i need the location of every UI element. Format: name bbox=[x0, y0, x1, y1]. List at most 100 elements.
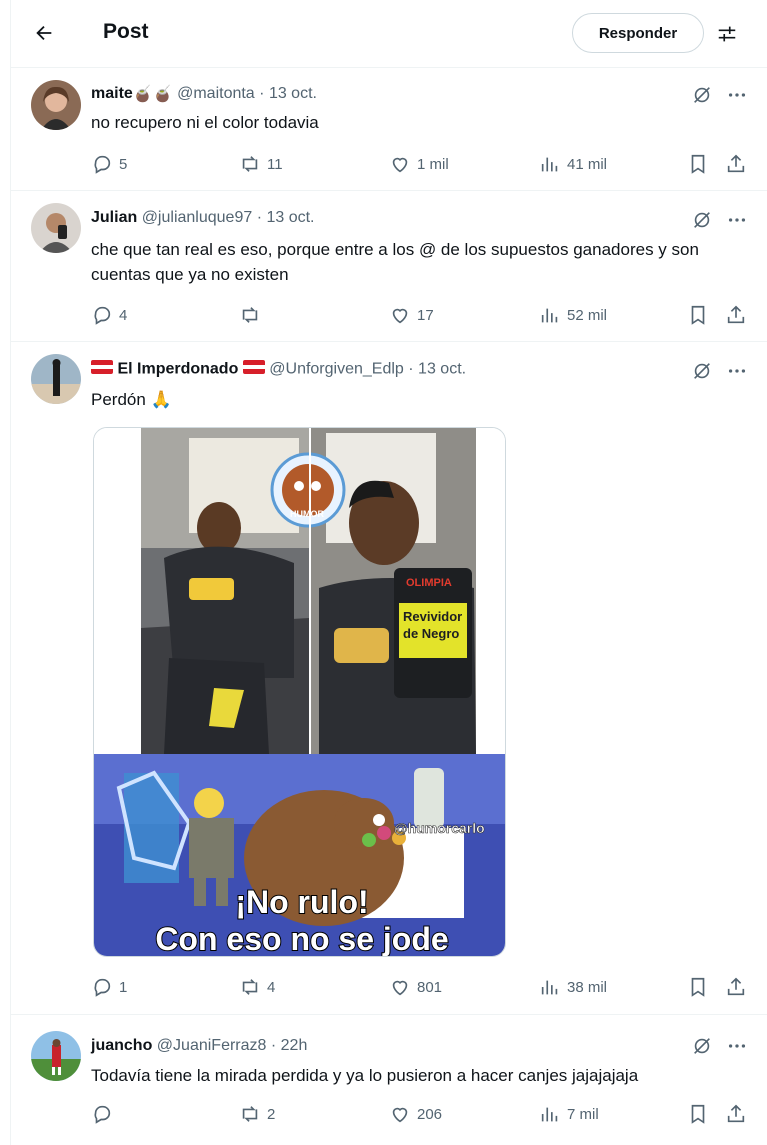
handle[interactable]: @JuaniFerraz8 bbox=[157, 1037, 267, 1054]
like-icon bbox=[392, 980, 408, 996]
share-action[interactable] bbox=[725, 152, 747, 176]
meme-caption-2: Con eso no se jode bbox=[155, 921, 448, 957]
like-action[interactable]: 17 bbox=[389, 303, 434, 327]
handle[interactable]: @maitonta bbox=[177, 85, 255, 102]
like-icon bbox=[392, 157, 408, 173]
like-action[interactable]: 801 bbox=[389, 975, 442, 999]
timestamp[interactable]: 22h bbox=[281, 1037, 308, 1054]
retweet-icon bbox=[242, 979, 258, 995]
avatar[interactable] bbox=[31, 80, 81, 130]
separator-dot: · bbox=[256, 209, 263, 226]
display-name[interactable]: El Imperdonado bbox=[117, 361, 238, 378]
avatar[interactable] bbox=[31, 354, 81, 404]
like-icon bbox=[392, 1107, 408, 1123]
grok-icon[interactable] bbox=[691, 1035, 713, 1057]
reply-action[interactable] bbox=[91, 1102, 119, 1126]
grok-icon[interactable] bbox=[691, 209, 713, 231]
action-bar: 1 4 801 38 mil bbox=[91, 975, 761, 999]
views-count: 41 mil bbox=[567, 155, 608, 173]
reply-action[interactable]: 4 bbox=[91, 303, 127, 327]
views-icon bbox=[541, 157, 558, 172]
retweet-count: 11 bbox=[267, 155, 283, 173]
tweet[interactable]: maite🧉🧉 @maitonta · 13 oct. no recupero … bbox=[11, 68, 767, 191]
reply-icon bbox=[94, 1105, 111, 1124]
meme-image[interactable]: OLIMPIA Revividor de Negro HUMOR @humorc… bbox=[93, 427, 506, 957]
retweet-action[interactable]: 4 bbox=[239, 975, 275, 999]
logo-watermark: HUMOR bbox=[290, 509, 324, 519]
like-action[interactable]: 206 bbox=[389, 1102, 442, 1126]
share-icon bbox=[727, 305, 745, 324]
more-icon[interactable] bbox=[725, 84, 749, 106]
like-count: 17 bbox=[417, 306, 434, 324]
product-brand: OLIMPIA bbox=[406, 577, 452, 589]
bookmark-action[interactable] bbox=[687, 152, 709, 176]
separator-dot: · bbox=[259, 85, 265, 103]
bookmark-action[interactable] bbox=[687, 1102, 709, 1126]
tweet[interactable]: El Imperdonado @Unforgiven_Edlp · 13 oct… bbox=[11, 342, 767, 1015]
name-emoji: 🧉🧉 bbox=[132, 86, 173, 103]
views-action[interactable]: 41 mil bbox=[539, 152, 607, 176]
display-name[interactable]: juancho bbox=[91, 1037, 152, 1054]
tweet-text: Perdón 🙏 bbox=[91, 387, 741, 412]
retweet-action[interactable]: 2 bbox=[239, 1102, 275, 1126]
reply-icon bbox=[94, 155, 111, 174]
bookmark-icon bbox=[691, 1104, 705, 1124]
display-name[interactable]: maite bbox=[91, 85, 133, 102]
views-action[interactable]: 7 mil bbox=[539, 1102, 599, 1126]
retweet-count: 4 bbox=[267, 978, 276, 996]
more-icon[interactable] bbox=[725, 209, 749, 231]
share-action[interactable] bbox=[725, 1102, 747, 1126]
share-icon bbox=[727, 154, 745, 173]
header: Post Responder bbox=[11, 0, 767, 68]
back-button[interactable] bbox=[29, 18, 59, 48]
meme-caption-1: ¡No rulo! bbox=[235, 884, 368, 920]
tweet-header: Julian @julianluque97 · 13 oct. bbox=[91, 209, 315, 227]
share-icon bbox=[727, 1104, 745, 1123]
retweet-action[interactable] bbox=[239, 303, 267, 327]
avatar[interactable] bbox=[31, 203, 81, 253]
retweet-count: 2 bbox=[267, 1105, 276, 1123]
tweet[interactable]: juancho @JuaniFerraz8 · 22h Todavía tien… bbox=[11, 1015, 767, 1145]
reply-icon bbox=[94, 306, 111, 325]
more-icon[interactable] bbox=[725, 360, 749, 382]
views-icon bbox=[541, 308, 558, 323]
bookmark-action[interactable] bbox=[687, 975, 709, 999]
grok-icon[interactable] bbox=[691, 360, 713, 382]
views-icon bbox=[541, 1107, 558, 1122]
grok-icon[interactable] bbox=[691, 84, 713, 106]
reply-action[interactable]: 5 bbox=[91, 152, 127, 176]
share-action[interactable] bbox=[725, 975, 747, 999]
reply-action[interactable]: 1 bbox=[91, 975, 127, 999]
timestamp[interactable]: 13 oct. bbox=[266, 209, 314, 226]
like-action[interactable]: 1 mil bbox=[389, 152, 449, 176]
action-bar: 4 17 52 mil bbox=[91, 303, 761, 327]
retweet-action[interactable]: 11 bbox=[239, 152, 283, 176]
like-count: 1 mil bbox=[417, 155, 449, 173]
views-count: 38 mil bbox=[567, 978, 608, 996]
avatar[interactable] bbox=[31, 1031, 81, 1081]
like-icon bbox=[392, 308, 408, 324]
more-icon[interactable] bbox=[725, 1035, 749, 1057]
handle[interactable]: @Unforgiven_Edlp bbox=[269, 361, 404, 378]
timestamp[interactable]: 13 oct. bbox=[418, 361, 466, 378]
bookmark-icon bbox=[691, 977, 705, 997]
bookmark-action[interactable] bbox=[687, 303, 709, 327]
views-action[interactable]: 38 mil bbox=[539, 975, 607, 999]
handle[interactable]: @julianluque97 bbox=[142, 209, 253, 226]
like-count: 801 bbox=[417, 978, 443, 996]
filter-button[interactable] bbox=[713, 20, 741, 48]
bookmark-icon bbox=[691, 305, 705, 325]
meme-watermark: @humorcarlo bbox=[394, 820, 485, 836]
timestamp[interactable]: 13 oct. bbox=[269, 85, 317, 102]
page-title: Post bbox=[103, 20, 149, 43]
reply-button[interactable]: Responder bbox=[572, 13, 704, 53]
flag-icon bbox=[242, 360, 265, 379]
views-action[interactable]: 52 mil bbox=[539, 303, 607, 327]
share-action[interactable] bbox=[725, 303, 747, 327]
reply-count: 4 bbox=[119, 306, 128, 324]
filter-icon bbox=[718, 26, 736, 42]
separator-dot: · bbox=[270, 1037, 277, 1054]
display-name[interactable]: Julian bbox=[91, 209, 137, 226]
tweet[interactable]: Julian @julianluque97 · 13 oct. che que … bbox=[11, 191, 767, 342]
pray-emoji: 🙏 bbox=[150, 390, 172, 409]
